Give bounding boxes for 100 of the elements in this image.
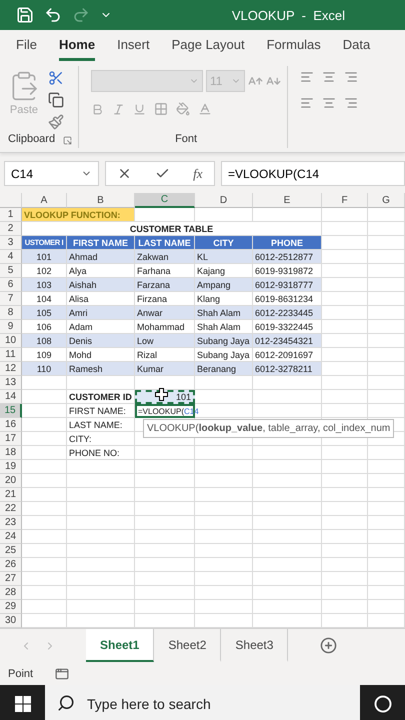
empty-cell [322,222,368,236]
row-number: 3 [0,236,22,250]
formula-field[interactable]: =VLOOKUP(C14 [221,161,405,186]
empty-cell [253,488,322,502]
empty-cell [253,376,322,390]
redo-icon[interactable] [72,6,90,24]
sheet-tab[interactable]: Sheet1 [86,629,154,662]
empty-cell [322,208,368,222]
empty-cell [322,404,368,418]
empty-cell [135,474,195,488]
italic-icon[interactable] [112,102,126,116]
align-top-icon[interactable] [300,70,314,84]
empty-cell [322,446,368,460]
ribbon-tab[interactable]: Formulas [266,31,321,61]
font-color-icon[interactable] [198,102,212,116]
fill-bucket-icon[interactable] [176,102,190,116]
table-cell: 101 [22,250,67,264]
empty-cell [253,544,322,558]
row-number: 10 [0,334,22,348]
row-number: 2 [0,222,22,236]
column-header[interactable]: C [135,193,195,208]
empty-cell [368,460,405,474]
ribbon-tab[interactable]: Insert [117,31,150,61]
column-heading: LAST NAME [135,236,195,250]
table-cell: Subang Jaya [195,334,253,348]
column-header[interactable]: B [67,193,135,208]
empty-cell [135,572,195,586]
empty-cell [368,348,405,362]
align-center-icon[interactable] [322,96,336,110]
table-cell: Ampang [195,278,253,292]
column-heading: CITY [195,236,253,250]
empty-cell [368,306,405,320]
empty-cell [253,474,322,488]
empty-cell [368,544,405,558]
empty-cell [322,558,368,572]
circle-icon[interactable] [374,694,392,712]
underline-icon[interactable] [133,102,146,116]
table-cell: 102 [22,264,67,278]
table-cell: Alisa [67,292,135,306]
table-cell: Low [135,334,195,348]
save-icon[interactable] [16,6,34,24]
undo-icon[interactable] [44,6,62,24]
table-cell: 110 [22,362,67,376]
table-cell: Kumar [135,362,195,376]
table-cell: VLOOKUP FUNCTION: [22,208,135,222]
column-header[interactable]: F [322,193,368,208]
select-all-button[interactable] [0,193,22,208]
empty-cell [368,516,405,530]
expand-icon[interactable] [63,136,72,145]
empty-cell [253,516,322,530]
empty-cell [322,390,368,404]
table-cell: 103 [22,278,67,292]
empty-cell [253,600,322,614]
borders-icon[interactable] [154,102,168,116]
empty-cell [322,502,368,516]
copy-icon[interactable] [48,92,64,108]
empty-cell [322,530,368,544]
window-icon[interactable] [55,666,70,680]
table-cell: Rizal [135,348,195,362]
insert-function-button[interactable]: fx [193,166,203,182]
table-cell: Ramesh [67,362,135,376]
empty-cell [253,586,322,600]
brush-icon[interactable] [48,114,64,130]
ribbon-tab[interactable]: Page Layout [172,31,245,61]
align-left-icon[interactable] [300,96,314,110]
ribbon-tab[interactable]: Data [342,31,370,61]
align-right-icon[interactable] [344,96,358,110]
empty-cell [368,586,405,600]
empty-cell [135,600,195,614]
column-header[interactable]: E [253,193,322,208]
search-field[interactable]: Type here to search [45,685,360,720]
align-middle-icon[interactable] [322,70,336,84]
scissors-icon[interactable] [48,70,64,86]
search-icon [57,694,75,712]
ribbon-tab[interactable]: File [16,31,37,61]
empty-cell [368,404,405,418]
row-number: 9 [0,320,22,334]
windows-logo-icon[interactable] [14,696,30,712]
table-cell: Farhana [135,264,195,278]
row-number: 11 [0,348,22,362]
ribbon-tab[interactable]: Home [58,31,96,61]
new-sheet-icon[interactable] [320,637,338,654]
sheet-tab[interactable]: Sheet2 [154,629,222,662]
empty-cell [195,376,253,390]
cell-reference: C14 [11,166,34,180]
table-cell: 104 [22,292,67,306]
column-header[interactable]: A [22,193,67,208]
bold-icon[interactable] [91,102,104,116]
table-cell: 106 [22,320,67,334]
sheet-tab[interactable]: Sheet3 [221,629,288,662]
empty-cell [368,264,405,278]
group-label: Font [174,133,198,147]
table-cell: 6012-3278211 [253,362,322,376]
empty-cell [135,488,195,502]
table-cell: Mohammad [135,320,195,334]
align-bottom-icon[interactable] [344,70,358,84]
column-header[interactable]: D [195,193,253,208]
name-box[interactable]: C14 [4,161,99,186]
empty-cell [368,502,405,516]
column-header[interactable]: G [368,193,405,208]
